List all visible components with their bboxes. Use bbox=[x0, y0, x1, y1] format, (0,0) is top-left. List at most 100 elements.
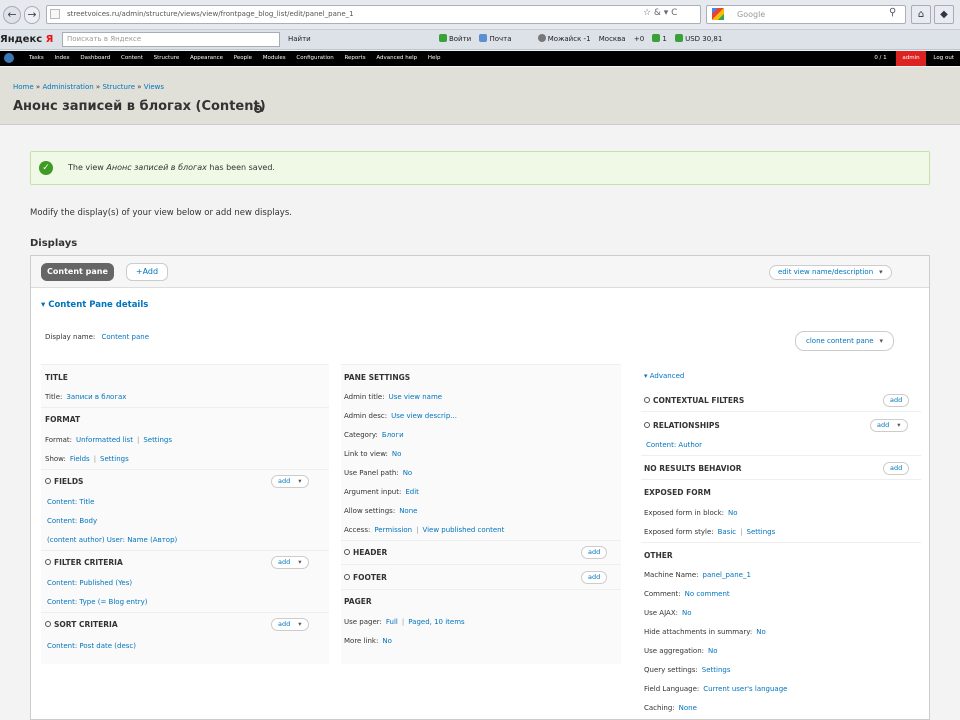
field-body-link[interactable]: Content: Body bbox=[47, 517, 97, 525]
clone-content-pane-button[interactable]: clone content pane ▾ bbox=[795, 331, 895, 351]
logout-link[interactable]: Log out bbox=[933, 51, 954, 66]
exposed-style-link[interactable]: Basic bbox=[718, 528, 737, 536]
weather-moscow[interactable]: Москва bbox=[599, 35, 626, 43]
filter-published-link[interactable]: Content: Published (Yes) bbox=[47, 579, 132, 587]
field-author-link[interactable]: (content author) User: Name (Автор) bbox=[47, 536, 177, 544]
breadcrumb-home[interactable]: Home bbox=[13, 83, 34, 91]
menu-item-help[interactable]: Help bbox=[428, 55, 441, 61]
hide-attachments-link[interactable]: No bbox=[756, 628, 766, 636]
comment-link[interactable]: No comment bbox=[685, 590, 730, 598]
browser-search-input[interactable]: Google bbox=[706, 5, 906, 24]
admin-desc-row: Admin desc: Use view descrip... bbox=[344, 412, 457, 420]
rearrange-icon bbox=[644, 397, 650, 403]
menu-item-dashboard[interactable]: Dashboard bbox=[80, 55, 110, 61]
admin-desc-link[interactable]: Use view descrip... bbox=[391, 412, 457, 420]
edit-view-name-button[interactable]: edit view name/description ▾ bbox=[769, 265, 892, 280]
category-link[interactable]: Блоги bbox=[382, 431, 404, 439]
query-settings-row: Query settings: Settings bbox=[644, 666, 731, 674]
gear-icon[interactable] bbox=[254, 105, 262, 113]
menu-item-people[interactable]: People bbox=[234, 55, 252, 61]
pager-full-link[interactable]: Full bbox=[386, 618, 398, 626]
back-button[interactable]: ← bbox=[3, 6, 21, 24]
show-settings-link[interactable]: Settings bbox=[100, 455, 129, 463]
breadcrumb-structure[interactable]: Structure bbox=[102, 83, 135, 91]
query-settings-link[interactable]: Settings bbox=[702, 666, 731, 674]
yandex-login-button[interactable]: Войти bbox=[438, 34, 471, 43]
yandex-find-button[interactable]: Найти bbox=[288, 35, 311, 43]
search-icon[interactable]: ⚲ bbox=[889, 7, 896, 18]
menu-item-advanced-help[interactable]: Advanced help bbox=[376, 55, 417, 61]
divider bbox=[341, 589, 621, 590]
tab-content-pane[interactable]: Content pane bbox=[41, 263, 114, 281]
fields-add-button[interactable]: add ▾ bbox=[271, 475, 309, 488]
filter-item: Content: Type (= Blog entry) bbox=[47, 598, 148, 606]
advanced-toggle[interactable]: ▾ Advanced bbox=[644, 372, 684, 380]
addon-icon[interactable]: ◆ bbox=[934, 5, 954, 24]
home-icon[interactable]: ⌂ bbox=[911, 5, 931, 24]
show-fields-link[interactable]: Fields bbox=[70, 455, 90, 463]
traffic-indicator[interactable]: +0 bbox=[634, 35, 644, 43]
menu-item-structure[interactable]: Structure bbox=[154, 55, 180, 61]
weather-mozhaysk[interactable]: Можайск -1 bbox=[537, 34, 591, 43]
use-aggregation-link[interactable]: No bbox=[708, 647, 718, 655]
pager-paged-link[interactable]: Paged, 10 items bbox=[408, 618, 464, 626]
gear-icon bbox=[537, 34, 546, 42]
exposed-block-link[interactable]: No bbox=[728, 509, 738, 517]
caching-link[interactable]: None bbox=[679, 704, 697, 712]
title-link[interactable]: Записи в блогах bbox=[66, 393, 126, 401]
menu-item-modules[interactable]: Modules bbox=[263, 55, 286, 61]
menu-item-configuration[interactable]: Configuration bbox=[296, 55, 333, 61]
pane-settings-heading: Pane settings bbox=[344, 373, 411, 382]
more-link-link[interactable]: No bbox=[382, 637, 392, 645]
content-pane-details-toggle[interactable]: ▾ Content Pane details bbox=[41, 300, 148, 310]
header-add-button[interactable]: add bbox=[581, 546, 608, 559]
breadcrumb-views[interactable]: Views bbox=[144, 83, 164, 91]
machine-name-link[interactable]: panel_pane_1 bbox=[703, 571, 751, 579]
add-display-button[interactable]: +Add bbox=[126, 263, 168, 281]
allow-settings-link[interactable]: None bbox=[399, 507, 417, 515]
menu-item-appearance[interactable]: Appearance bbox=[190, 55, 223, 61]
contextual-add-button[interactable]: add bbox=[883, 394, 910, 407]
exposed-settings-link[interactable]: Settings bbox=[747, 528, 776, 536]
no-results-add-button[interactable]: add bbox=[883, 462, 910, 475]
panel-path-link[interactable]: No bbox=[403, 469, 413, 477]
rearrange-icon bbox=[344, 549, 350, 555]
relationship-author-link[interactable]: Content: Author bbox=[646, 441, 702, 449]
footer-add-button[interactable]: add bbox=[581, 571, 608, 584]
filter-add-button[interactable]: add ▾ bbox=[271, 556, 309, 569]
user-link[interactable]: admin bbox=[896, 51, 926, 66]
format-settings-link[interactable]: Settings bbox=[143, 436, 172, 444]
yandex-search-input[interactable]: Поискать в Яндексе bbox=[62, 32, 280, 47]
breadcrumb-administration[interactable]: Administration bbox=[42, 83, 93, 91]
show-row: Show: Fields | Settings bbox=[45, 455, 129, 463]
notification-counter[interactable]: 1 bbox=[652, 34, 667, 43]
menu-item-index[interactable]: Index bbox=[55, 55, 70, 61]
page-header: Home » Administration » Structure » View… bbox=[0, 67, 960, 125]
filter-type-link[interactable]: Content: Type (= Blog entry) bbox=[47, 598, 148, 606]
access-view-published-link[interactable]: View published content bbox=[422, 526, 504, 534]
field-language-link[interactable]: Current user's language bbox=[703, 685, 787, 693]
access-permission-link[interactable]: Permission bbox=[374, 526, 412, 534]
yandex-mail-button[interactable]: Почта bbox=[479, 34, 512, 43]
view-name: Анонс записей в блогах bbox=[106, 163, 207, 172]
forward-button[interactable]: → bbox=[24, 6, 40, 24]
argument-input-link[interactable]: Edit bbox=[405, 488, 419, 496]
menu-item-tasks[interactable]: Tasks bbox=[29, 55, 44, 61]
menu-item-content[interactable]: Content bbox=[121, 55, 143, 61]
link-to-view-link[interactable]: No bbox=[392, 450, 402, 458]
star-icon[interactable]: ☆ & ▾ C bbox=[643, 8, 677, 18]
admin-title-link[interactable]: Use view name bbox=[389, 393, 443, 401]
currency-rate[interactable]: USD 30,81 bbox=[675, 34, 722, 43]
drupal-home-icon[interactable] bbox=[4, 53, 14, 63]
display-name-link[interactable]: Content pane bbox=[101, 333, 149, 341]
relationships-add-button[interactable]: add ▾ bbox=[870, 419, 908, 432]
sort-post-date-link[interactable]: Content: Post date (desc) bbox=[47, 642, 136, 650]
use-ajax-link[interactable]: No bbox=[682, 609, 692, 617]
menu-item-reports[interactable]: Reports bbox=[344, 55, 365, 61]
column-3: ▾ Advanced Contextual filters add Relati… bbox=[641, 364, 921, 720]
divider bbox=[41, 407, 329, 408]
format-link[interactable]: Unformatted list bbox=[76, 436, 133, 444]
url-field[interactable]: streetvoices.ru/admin/structure/views/vi… bbox=[46, 5, 701, 24]
field-title-link[interactable]: Content: Title bbox=[47, 498, 94, 506]
sort-add-button[interactable]: add ▾ bbox=[271, 618, 309, 631]
